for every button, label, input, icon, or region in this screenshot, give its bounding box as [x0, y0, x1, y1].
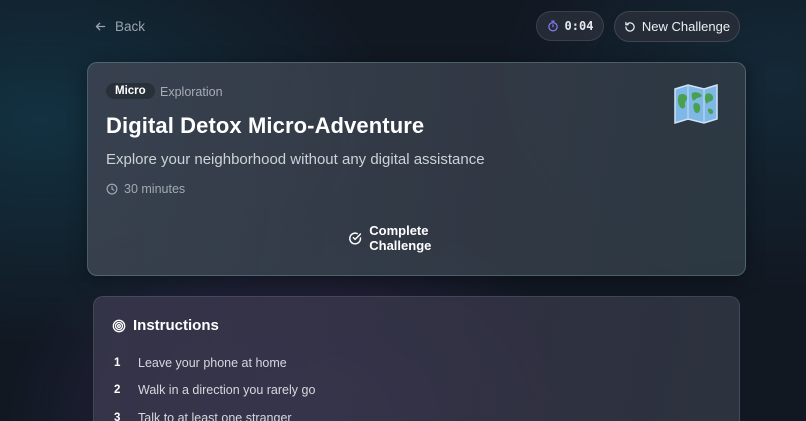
instructions-card: Instructions 1 Leave your phone at home … — [93, 296, 740, 421]
stopwatch-icon — [547, 20, 558, 32]
back-label: Back — [115, 18, 146, 34]
step-text: Talk to at least one stranger — [138, 410, 292, 421]
step-number: 2 — [114, 384, 121, 397]
new-challenge-label: New Challenge — [641, 19, 731, 34]
step-text: Walk in a direction you rarely go — [138, 383, 316, 398]
instructions-heading: Instructions — [112, 317, 219, 334]
back-link[interactable]: Back — [94, 17, 145, 35]
timer-badge: 0:04 — [536, 11, 604, 41]
challenge-category-badge: Exploration — [160, 85, 223, 99]
instructions-title: Instructions — [133, 317, 219, 334]
refresh-icon — [625, 21, 635, 32]
check-circle-icon — [349, 231, 362, 245]
duration-info: 30 minutes — [106, 182, 185, 196]
list-item: 2 Walk in a direction you rarely go — [114, 377, 315, 405]
world-map-icon — [674, 83, 718, 125]
clock-icon — [106, 183, 118, 195]
challenge-card: Micro Exploration Digital Detox Micro-Ad… — [87, 62, 746, 276]
arrow-left-icon — [95, 22, 106, 30]
challenge-description: Explore your neighborhood without any di… — [106, 151, 485, 168]
complete-challenge-label: Complete Challenge — [369, 223, 432, 253]
list-item: 3 Talk to at least one stranger — [114, 404, 315, 421]
new-challenge-button[interactable]: New Challenge — [614, 11, 740, 42]
duration-label: 30 minutes — [124, 182, 186, 196]
target-icon — [112, 319, 126, 332]
complete-challenge-button[interactable]: Complete Challenge — [348, 223, 488, 253]
timer-value: 0:04 — [564, 19, 594, 33]
step-number: 3 — [114, 411, 121, 421]
challenge-size-badge: Micro — [106, 83, 155, 99]
instructions-list: 1 Leave your phone at home 2 Walk in a d… — [114, 349, 315, 421]
step-text: Leave your phone at home — [138, 355, 287, 370]
list-item: 1 Leave your phone at home — [114, 349, 315, 377]
challenge-title: Digital Detox Micro-Adventure — [106, 113, 425, 138]
step-number: 1 — [114, 356, 121, 369]
